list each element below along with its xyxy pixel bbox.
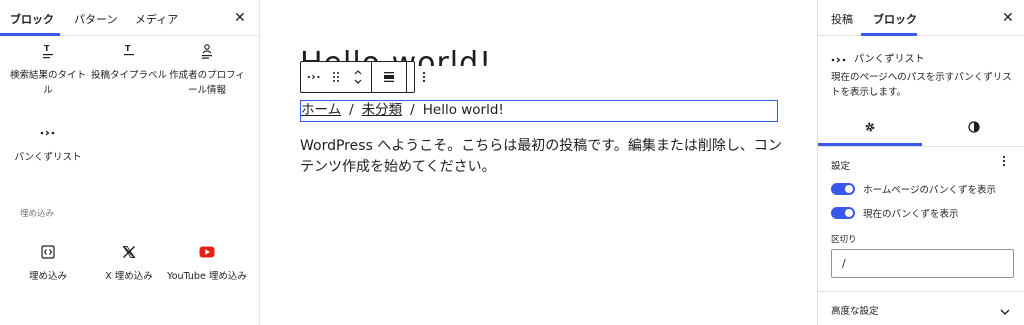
- more-options-icon[interactable]: [407, 62, 440, 92]
- toggle-switch[interactable]: [831, 183, 855, 195]
- svg-text:T: T: [44, 44, 50, 53]
- gear-icon: [864, 118, 876, 137]
- separator-input[interactable]: [831, 249, 1014, 278]
- block-label: 作成者のプロフィール情報: [169, 70, 245, 96]
- active-tab-indicator: [861, 33, 917, 36]
- block-breadcrumbs[interactable]: パンくずリスト: [6, 122, 90, 165]
- move-up-down-icon[interactable]: [345, 62, 371, 92]
- block-inserter-panel: ブロック パターン メディア ✕ T 検索結果のタイトル T 投稿タイプラベル …: [0, 0, 260, 325]
- block-label: パンくずリスト: [14, 152, 82, 163]
- block-card-title: パンくずリスト: [854, 54, 925, 65]
- post-type-label-icon: T: [87, 40, 171, 62]
- block-youtube-embed[interactable]: YouTube 埋め込み: [165, 241, 249, 284]
- x-logo-icon: [87, 241, 171, 263]
- close-icon[interactable]: ✕: [234, 11, 246, 25]
- toolbar-block-group: [301, 62, 372, 92]
- tab-styles[interactable]: [922, 108, 1024, 146]
- youtube-icon: [165, 241, 249, 263]
- block-label: X 埋め込み: [105, 271, 153, 282]
- toolbar-align-group: [372, 62, 407, 92]
- block-author-biography[interactable]: 作成者のプロフィール情報: [165, 40, 249, 98]
- post-paragraph[interactable]: WordPress へようこそ。こちらは最初の投稿です。編集または削除し、コンテ…: [300, 136, 790, 178]
- breadcrumbs-icon: [831, 50, 847, 69]
- block-post-type-label[interactable]: T 投稿タイプラベル: [87, 40, 171, 83]
- advanced-panel-title: 高度な設定: [831, 306, 879, 317]
- breadcrumb-category-link[interactable]: 未分類: [362, 102, 403, 118]
- toggle-switch[interactable]: [831, 207, 855, 219]
- toggle-label: 現在のパンくずを表示: [863, 209, 959, 220]
- breadcrumb-current: Hello world!: [422, 102, 504, 118]
- styles-half-circle-icon: [968, 118, 980, 137]
- tab-media[interactable]: メディア: [135, 11, 178, 27]
- tab-blocks[interactable]: ブロック: [10, 11, 54, 27]
- separator-field-label: 区切り: [831, 235, 857, 245]
- block-x-embed[interactable]: X 埋め込み: [87, 241, 171, 284]
- tab-block[interactable]: ブロック: [873, 11, 917, 27]
- advanced-panel-toggle[interactable]: 高度な設定: [818, 292, 1024, 325]
- block-card-description: 現在のページへのパスを示すパンくずリストを表示します。: [831, 72, 1012, 98]
- tab-patterns[interactable]: パターン: [74, 11, 117, 27]
- chevron-down-icon: [999, 302, 1011, 321]
- block-search-results-title[interactable]: T 検索結果のタイトル: [6, 40, 90, 98]
- settings-options-icon[interactable]: [1002, 155, 1006, 171]
- breadcrumb-separator: /: [410, 102, 415, 118]
- settings-sidebar: 投稿 ブロック ✕ パンくずリスト 現在のページへのパスを示すパンくずリストを表…: [817, 0, 1024, 325]
- tab-settings[interactable]: [818, 108, 922, 146]
- author-biography-icon: [165, 40, 249, 62]
- block-label: 投稿タイプラベル: [90, 70, 167, 81]
- embed-icon: [6, 241, 90, 263]
- toggle-show-current-breadcrumb[interactable]: 現在のパンくずを表示: [831, 206, 958, 220]
- breadcrumb-home-link[interactable]: ホーム: [301, 102, 341, 118]
- inserter-tabs: ブロック パターン メディア ✕: [0, 0, 259, 36]
- block-label: 埋め込み: [28, 271, 67, 282]
- block-label: 検索結果のタイトル: [9, 70, 86, 96]
- toolbar-options-group: [407, 62, 440, 92]
- drag-handle-icon[interactable]: [327, 62, 345, 92]
- block-label: YouTube 埋め込み: [167, 271, 247, 282]
- block-embed[interactable]: 埋め込み: [6, 241, 90, 284]
- close-icon[interactable]: ✕: [1002, 11, 1014, 25]
- sidebar-tabs: 投稿 ブロック ✕: [818, 0, 1024, 36]
- breadcrumbs-icon: [6, 122, 90, 144]
- divider: [818, 146, 1024, 147]
- toggle-label: ホームページのパンくずを表示: [863, 185, 997, 196]
- toggle-show-home-breadcrumb[interactable]: ホームページのパンくずを表示: [831, 182, 996, 196]
- block-type-breadcrumbs-icon[interactable]: [301, 62, 327, 92]
- align-justify-icon[interactable]: [372, 62, 406, 92]
- svg-text:T: T: [125, 44, 131, 53]
- embed-section-title: 埋め込み: [20, 209, 55, 219]
- editor-canvas: Hello world! ホーム / 未分類 / Hello world! Wo…: [260, 0, 817, 325]
- title-icon: T: [6, 40, 90, 62]
- block-toolbar: [300, 61, 425, 93]
- active-tab-indicator: [0, 33, 60, 36]
- settings-panel-title: 設定: [831, 161, 851, 172]
- breadcrumbs-block[interactable]: ホーム / 未分類 / Hello world!: [300, 100, 778, 122]
- breadcrumb-separator: /: [349, 102, 354, 118]
- tab-post[interactable]: 投稿: [831, 11, 853, 27]
